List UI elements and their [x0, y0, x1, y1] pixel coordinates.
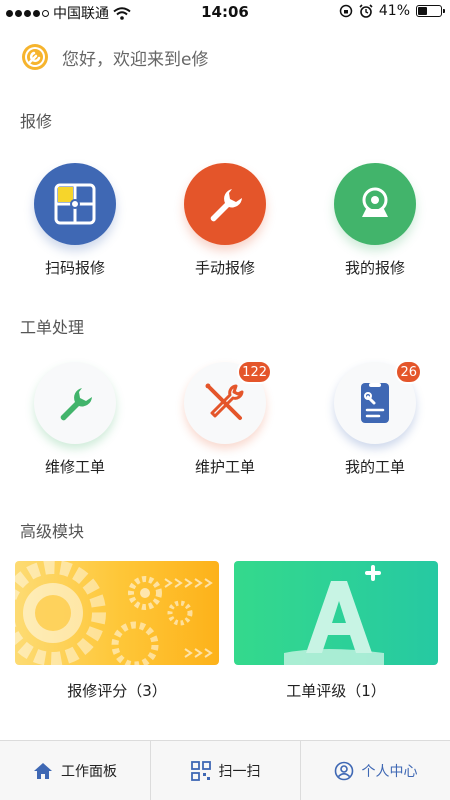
- section-title-workorder: 工单处理: [20, 318, 85, 337]
- manual-repair-button[interactable]: [184, 163, 266, 245]
- repair-order-button[interactable]: [34, 362, 116, 444]
- qr-scan-icon: [54, 183, 96, 225]
- wrench-icon: [210, 189, 242, 222]
- workorder-item-mine[interactable]: 26 我的工单: [300, 360, 450, 477]
- section-title-advanced: 高级模块: [20, 522, 85, 541]
- scan-icon: [190, 761, 211, 781]
- maintenance-order-button[interactable]: 122: [184, 360, 272, 444]
- my-order-button[interactable]: 26: [334, 360, 422, 444]
- greeting-text: 您好，欢迎来到e修: [62, 49, 209, 70]
- my-order-count-badge: 26: [395, 360, 422, 384]
- order-grade-card[interactable]: [234, 561, 438, 665]
- wrench-logo-icon: [22, 44, 48, 70]
- scan-repair-button[interactable]: [34, 163, 116, 245]
- user-icon: [334, 761, 353, 781]
- repair-item-manual[interactable]: 手动报修: [150, 163, 300, 278]
- maintenance-count-badge: 122: [237, 360, 272, 384]
- home-icon: [34, 763, 52, 779]
- my-order-label: 我的工单: [344, 458, 405, 476]
- camera-icon: [362, 187, 388, 217]
- scan-repair-label: 扫码报修: [44, 259, 105, 277]
- repair-order-label: 维修工单: [44, 458, 105, 476]
- battery-icon: [416, 5, 445, 17]
- repair-item-scan[interactable]: 扫码报修: [0, 163, 150, 278]
- nav-scan[interactable]: 扫一扫: [150, 741, 300, 800]
- workorder-item-maintenance[interactable]: 122 维护工单: [150, 360, 300, 477]
- repair-rating-card[interactable]: [15, 561, 219, 665]
- my-repair-label: 我的报修: [344, 259, 405, 277]
- alarm-icon: [359, 4, 373, 18]
- nav-scan-label: 扫一扫: [218, 764, 261, 780]
- nav-profile[interactable]: 个人中心: [300, 741, 450, 800]
- workorder-item-repair[interactable]: 维修工单: [0, 362, 150, 477]
- repair-item-mine[interactable]: 我的报修: [300, 163, 450, 278]
- order-grade-label: 工单评级（1）: [286, 682, 386, 700]
- nav-dashboard[interactable]: 工作面板: [0, 741, 150, 800]
- grade-a-plus-icon: [284, 565, 384, 665]
- gears-icon: [15, 561, 213, 665]
- manual-repair-label: 手动报修: [194, 259, 255, 277]
- status-right: 41%: [339, 3, 445, 19]
- greeting: 您好，欢迎来到e修: [20, 42, 208, 72]
- wrench-icon: [60, 388, 92, 421]
- clipboard-icon: [361, 383, 389, 423]
- battery-percent: 41%: [378, 3, 410, 19]
- my-repair-button[interactable]: [334, 163, 416, 245]
- maintenance-order-label: 维护工单: [194, 458, 255, 476]
- nav-dashboard-label: 工作面板: [61, 764, 117, 780]
- repair-rating-label: 报修评分（3）: [67, 682, 167, 700]
- nav-profile-label: 个人中心: [361, 764, 418, 780]
- status-bar: 中国联通 14:06 41%: [0, 0, 450, 24]
- rotation-lock-icon: [339, 4, 353, 18]
- section-title-repair: 报修: [20, 112, 53, 131]
- bottom-nav: 工作面板 扫一扫 个人中心: [0, 740, 450, 800]
- tools-icon: [205, 383, 244, 420]
